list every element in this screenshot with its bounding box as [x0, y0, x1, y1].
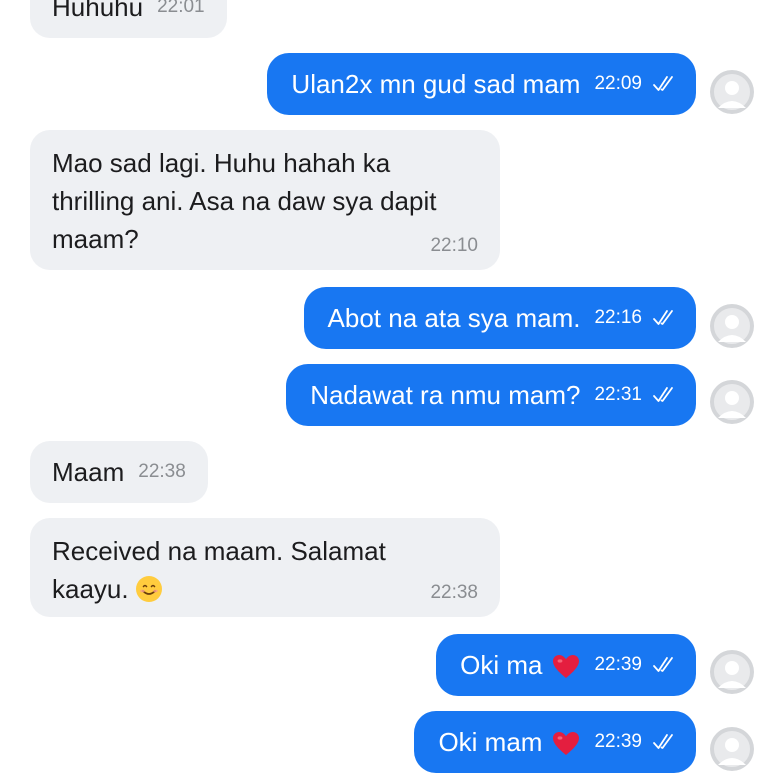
- double-check-icon: [652, 308, 674, 328]
- message-text: Huhuhu: [52, 0, 144, 22]
- message-text: Nadawat ra nmu mam?: [310, 380, 581, 410]
- message-time: 22:39: [594, 654, 642, 675]
- message-bubble-incoming[interactable]: Mao sad lagi. Huhu hahah ka thrilling an…: [30, 130, 500, 270]
- message-text: Oki ma: [460, 650, 543, 680]
- message-bubble-outgoing[interactable]: Nadawat ra nmu mam? 22:31: [286, 364, 696, 426]
- red-heart-icon: [552, 652, 580, 678]
- message-text: Maam: [52, 457, 125, 487]
- message-bubble-incoming[interactable]: Maam 22:38: [30, 441, 208, 503]
- message-time: 22:01: [157, 0, 205, 17]
- message-bubble-outgoing[interactable]: Ulan2x mn gud sad mam 22:09: [267, 53, 696, 115]
- message-time: 22:31: [594, 384, 642, 405]
- double-check-icon: [652, 74, 674, 94]
- message-time: 22:38: [138, 461, 186, 482]
- default-avatar-icon[interactable]: [710, 304, 754, 348]
- message-time: 22:39: [594, 731, 642, 752]
- smiling-face-icon: [135, 575, 163, 603]
- message-time: 22:09: [594, 73, 642, 94]
- message-time: 22:10: [430, 235, 478, 256]
- default-avatar-icon[interactable]: [710, 727, 754, 771]
- message-text: Ulan2x mn gud sad mam: [291, 69, 581, 99]
- double-check-icon: [652, 732, 674, 752]
- double-check-icon: [652, 655, 674, 675]
- message-bubble-incoming[interactable]: Huhuhu 22:01: [30, 0, 227, 38]
- default-avatar-icon[interactable]: [710, 650, 754, 694]
- red-heart-icon: [552, 729, 580, 755]
- default-avatar-icon[interactable]: [710, 70, 754, 114]
- message-bubble-outgoing[interactable]: Oki mam 22:39: [414, 711, 696, 773]
- message-text: Oki mam: [438, 727, 543, 757]
- message-bubble-incoming[interactable]: Received na maam. Salamat kaayu. 22:38: [30, 518, 500, 617]
- message-bubble-outgoing[interactable]: Abot na ata sya mam. 22:16: [303, 287, 696, 349]
- message-body: Received na maam. Salamat kaayu.: [52, 532, 478, 608]
- message-text: Abot na ata sya mam.: [327, 303, 581, 333]
- message-text: Mao sad lagi. Huhu hahah ka thrilling an…: [52, 148, 437, 254]
- message-time: 22:16: [594, 307, 642, 328]
- message-bubble-outgoing[interactable]: Oki ma 22:39: [436, 634, 696, 696]
- double-check-icon: [652, 385, 674, 405]
- message-time: 22:38: [430, 582, 478, 603]
- default-avatar-icon[interactable]: [710, 380, 754, 424]
- message-text: Received na maam. Salamat kaayu.: [52, 536, 386, 604]
